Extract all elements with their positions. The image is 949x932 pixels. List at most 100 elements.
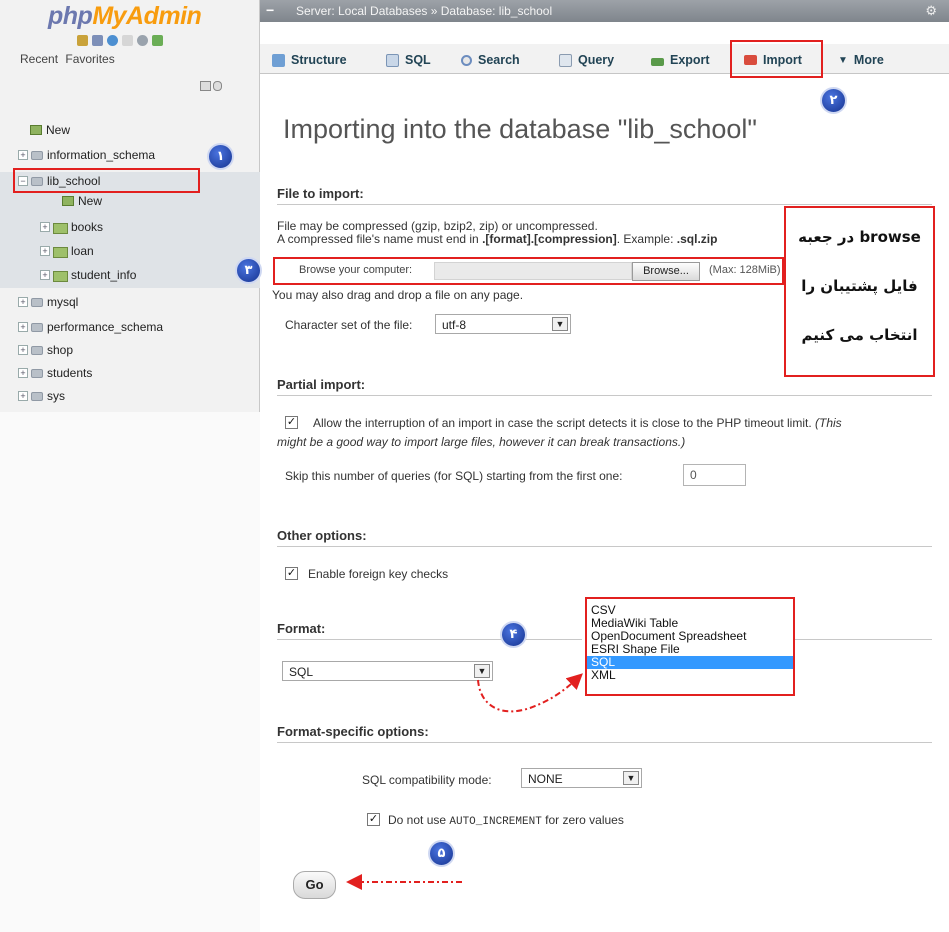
import-tab-highlight-box [730,40,823,78]
compat-mode-select[interactable]: NONE ▼ [521,768,642,788]
tab-label: Search [478,53,520,67]
logout-icon[interactable] [92,35,103,46]
tab-label: SQL [405,53,431,67]
collapse-navigation-icon[interactable]: − [266,2,274,18]
step-badge-2: ۲ [820,87,847,114]
tree-item-performance-schema[interactable]: + performance_schema [18,317,163,337]
charset-value: utf-8 [442,318,467,332]
sidebar-empty-area [0,412,260,932]
expand-icon[interactable]: + [40,246,50,256]
breadcrumb[interactable]: Server: Local Databases » Database: lib_… [296,4,552,18]
step-badge-3: ۳ [235,257,262,284]
format-specific-heading: Format-specific options: [277,724,429,739]
reload-icon[interactable] [152,35,163,46]
gear-icon[interactable]: ⚙ [925,3,937,19]
expand-icon[interactable]: + [40,222,50,232]
expand-icon[interactable]: + [18,368,28,378]
home-icon[interactable] [77,35,88,46]
breadcrumb-bar: − Server: Local Databases » Database: li… [260,0,949,22]
section-divider [277,204,932,205]
format-select[interactable]: SQL ▼ [282,661,493,681]
help-icon[interactable] [107,35,118,46]
expand-icon[interactable]: + [18,150,28,160]
auto-increment-label: Do not use AUTO_INCREMENT for zero value… [388,813,624,828]
allow-interrupt-text: Allow the interruption of an import in c… [313,416,812,430]
charset-label: Character set of the file: [285,318,413,332]
format-value: SQL [289,665,314,679]
format-option-xml[interactable]: XML [587,669,793,682]
navigation-sidebar: phpMyAdmin Recent Favorites New + informa… [0,0,260,932]
favorites-link[interactable]: Favorites [65,52,114,66]
tab-label: More [853,53,884,67]
settings-icon[interactable] [137,35,148,46]
skip-queries-input[interactable]: 0 [683,464,746,486]
browse-row-highlight: Browse your computer: Browse... (Max: 12… [273,257,784,285]
expand-icon[interactable]: + [18,391,28,401]
filename-note-text: A compressed file's name must end in [277,232,483,246]
docs-icon[interactable] [122,35,133,46]
expand-icon[interactable]: + [18,345,28,355]
chevron-down-icon: ▼ [552,317,568,331]
file-path-field[interactable] [434,262,632,280]
new-table-icon [62,196,74,206]
callout-line-3: انتخاب می کنیم [801,326,918,344]
tree-item-new[interactable]: New [30,120,70,140]
charset-select[interactable]: utf-8 ▼ [435,314,571,334]
database-icon [31,368,43,378]
link-icon [213,80,222,91]
tree-item-student-info[interactable]: + student_info [40,265,136,285]
tab-sql[interactable]: SQL [386,50,431,70]
lib-school-highlight-box [13,168,200,193]
allow-interrupt-label: Allow the interruption of an import in c… [313,416,842,430]
expand-icon[interactable]: + [40,270,50,280]
section-divider [277,742,932,743]
expand-icon[interactable]: + [18,297,28,307]
tree-item-label: New [46,123,71,137]
tree-item-label: loan [71,244,94,258]
auto-increment-text: for zero values [541,813,624,827]
partial-import-heading: Partial import: [277,377,366,392]
tree-item-label: performance_schema [47,320,164,334]
tree-item-label: shop [47,343,74,357]
drag-drop-hint: You may also drag and drop a file on any… [272,288,524,302]
tree-item-shop[interactable]: + shop [18,340,73,360]
browse-button[interactable]: Browse... [632,262,700,281]
foreign-key-label: Enable foreign key checks [308,567,449,581]
max-size-label: (Max: 128MiB) [709,264,781,276]
tree-item-students[interactable]: + students [18,363,92,383]
browse-label: Browse your computer: [299,264,413,276]
phpmyadmin-logo[interactable]: phpMyAdmin [48,2,202,31]
sidebar-quick-icons [77,35,163,46]
structure-icon [272,53,285,67]
recent-link[interactable]: Recent [20,52,58,66]
format-option-esri[interactable]: ESRI Shape File [587,643,793,656]
table-icon [53,270,68,282]
database-icon [31,391,43,401]
tab-more[interactable]: ▼ More [838,50,884,70]
collapse-all-control[interactable] [200,80,228,92]
tab-export[interactable]: Export [651,50,710,70]
compression-note: File may be compressed (gzip, bzip2, zip… [277,219,598,233]
tab-query[interactable]: Query [559,50,614,70]
format-dropdown-list: CSV MediaWiki Table OpenDocument Spreads… [585,597,795,696]
tree-item-mysql[interactable]: + mysql [18,292,78,312]
database-icon [31,345,43,355]
auto-increment-checkbox[interactable]: ✓ [367,813,380,826]
tree-item-books[interactable]: + books [40,217,103,237]
foreign-key-checkbox[interactable]: ✓ [285,567,298,580]
allow-interrupt-checkbox[interactable]: ✓ [285,416,298,429]
go-button[interactable]: Go [293,871,336,899]
new-db-icon [30,125,42,135]
tree-item-new-table[interactable]: New [62,191,102,211]
other-options-heading: Other options: [277,528,367,543]
tree-item-loan[interactable]: + loan [40,241,94,261]
tab-search[interactable]: Search [461,50,520,70]
tab-label: Structure [291,53,347,67]
tab-structure[interactable]: Structure [272,50,347,70]
format-option-sql[interactable]: SQL [587,656,793,669]
expand-icon[interactable]: + [18,322,28,332]
logo-php-text: php [48,2,93,30]
step-badge-5: ۵ [428,840,455,867]
tree-item-sys[interactable]: + sys [18,386,65,406]
tree-item-information-schema[interactable]: + information_schema [18,145,155,165]
